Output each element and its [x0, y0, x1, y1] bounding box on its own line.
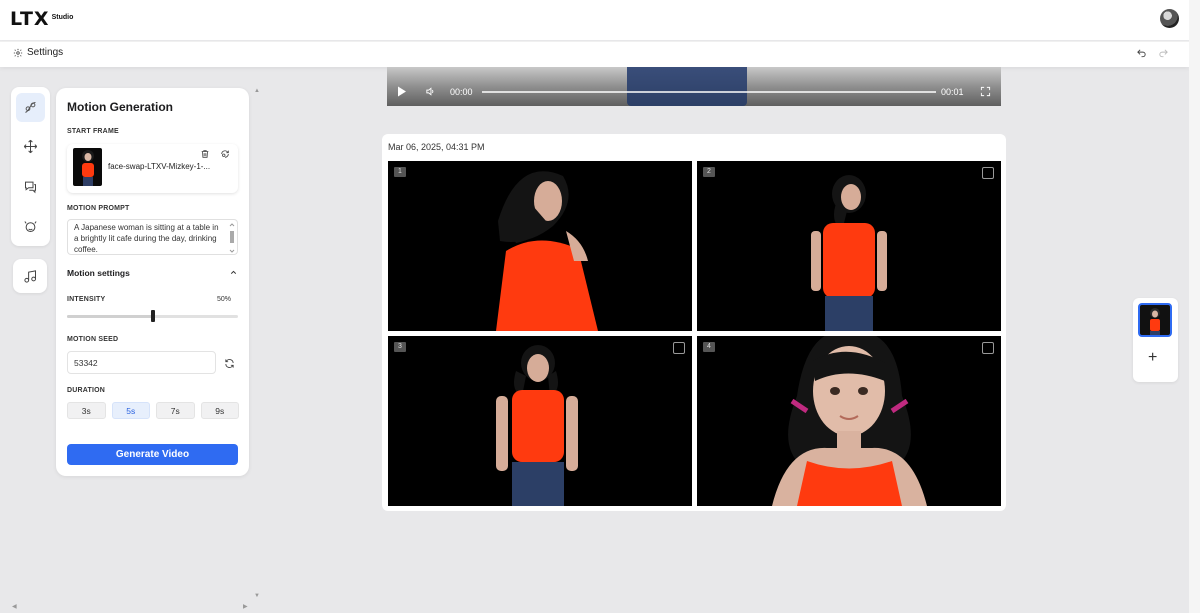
tile-3-image [496, 345, 578, 506]
fullscreen-icon[interactable] [980, 86, 991, 99]
duration-options: 3s 5s 7s 9s [67, 402, 239, 419]
tile-2-image [811, 175, 887, 331]
move-icon [23, 139, 38, 154]
generation-date: Mar 06, 2025, 04:31 PM [388, 142, 485, 152]
settings-label: Settings [27, 47, 64, 58]
chevron-up-icon [230, 270, 237, 274]
duration-option-9s[interactable]: 9s [200, 402, 239, 419]
video-current-time: 00:00 [450, 87, 473, 97]
music-icon [23, 269, 36, 283]
duration-option-7s[interactable]: 7s [156, 402, 195, 419]
logo-text: LTX [10, 8, 50, 30]
intensity-slider[interactable] [67, 310, 238, 322]
intensity-label: INTENSITY [67, 296, 106, 303]
tile-2-refresh-icon[interactable] [982, 167, 994, 179]
intensity-value: 50% [216, 296, 231, 303]
volume-icon[interactable] [425, 86, 436, 99]
replace-icon[interactable] [220, 149, 230, 159]
tile-4-refresh-icon[interactable] [982, 342, 994, 354]
tool-camera-button[interactable] [16, 132, 45, 161]
intensity-slider-fill [67, 315, 153, 318]
generate-video-button[interactable]: Generate Video [67, 444, 238, 465]
start-frame-label: START FRAME [67, 128, 119, 135]
motion-prompt-label: MOTION PROMPT [67, 205, 130, 212]
chat-icon [25, 181, 36, 194]
duration-option-5s[interactable]: 5s [111, 402, 150, 419]
duration-option-3s[interactable]: 3s [67, 402, 106, 419]
tile-2-number: 2 [703, 167, 715, 177]
start-frame-name: face-swap-LTXV-Mizkey-1-... [108, 162, 211, 171]
video-seek-bar[interactable] [482, 91, 936, 93]
plus-icon[interactable]: + [1148, 350, 1157, 366]
scroll-down-caret[interactable]: ▼ [254, 593, 260, 599]
motion-settings-label: Motion settings [67, 268, 130, 278]
shot-thumbnail[interactable] [1138, 303, 1172, 337]
generation-tile-4[interactable]: 4 [697, 336, 1001, 506]
tool-chat-button[interactable] [16, 172, 45, 201]
motion-settings-toggle[interactable]: Motion settings [67, 268, 238, 278]
tool-motion-button[interactable] [16, 93, 45, 122]
video-player[interactable]: 00:00 00:01 [387, 67, 1001, 106]
tool-rail [11, 87, 50, 246]
scroll-left-caret[interactable]: ◀ [12, 603, 17, 610]
app-logo[interactable]: LTX Studio [10, 9, 73, 29]
tile-4-image [772, 336, 927, 506]
refresh-icon[interactable] [224, 356, 235, 374]
scroll-right-caret[interactable]: ▶ [243, 603, 248, 610]
motion-seed-input[interactable]: 53342 [67, 351, 216, 374]
scroll-up-caret[interactable]: ▲ [254, 88, 260, 94]
panel-title: Motion Generation [67, 100, 173, 114]
tool-face-button[interactable] [16, 212, 45, 241]
generation-tile-2[interactable]: 2 [697, 161, 1001, 331]
tile-3-refresh-icon[interactable] [673, 342, 685, 354]
motion-icon [25, 102, 36, 113]
tile-3-number: 3 [394, 342, 406, 352]
generation-tile-3[interactable]: 3 [388, 336, 692, 506]
page-scrollbar[interactable] [1189, 0, 1200, 613]
shots-rail: + [1133, 298, 1178, 382]
tile-1-image [496, 171, 598, 331]
settings-button[interactable]: Settings [13, 47, 63, 58]
video-duration: 00:01 [941, 87, 964, 97]
tile-4-number: 4 [703, 342, 715, 352]
trash-icon[interactable] [200, 149, 210, 159]
tile-1-number: 1 [394, 167, 406, 177]
logo-sub: Studio [51, 14, 74, 21]
generation-card: Mar 06, 2025, 04:31 PM 1 2 3 4 [382, 134, 1006, 511]
generation-tile-1[interactable]: 1 [388, 161, 692, 331]
undo-icon[interactable] [1136, 48, 1147, 62]
duration-label: DURATION [67, 387, 106, 394]
start-frame-thumbnail [73, 148, 102, 186]
gear-icon [13, 48, 23, 57]
play-icon[interactable] [397, 86, 407, 99]
settings-bar: Settings [0, 41, 1189, 67]
video-controls: 00:00 00:01 [387, 80, 1001, 104]
user-avatar[interactable] [1160, 9, 1179, 28]
intensity-slider-handle[interactable] [150, 310, 155, 322]
tool-music-button[interactable] [13, 259, 47, 293]
redo-icon[interactable] [1158, 48, 1169, 62]
motion-prompt-text: A Japanese woman is sitting at a table i… [74, 223, 219, 254]
start-frame-card[interactable]: face-swap-LTXV-Mizkey-1-... [67, 144, 238, 193]
prompt-scrollbar[interactable] [229, 223, 235, 253]
top-bar: LTX Studio [0, 0, 1189, 40]
motion-seed-label: MOTION SEED [67, 336, 119, 343]
face-icon [24, 221, 37, 232]
motion-generation-panel: Motion Generation START FRAME face-swap-… [56, 88, 249, 476]
motion-prompt-textarea[interactable]: A Japanese woman is sitting at a table i… [67, 219, 238, 255]
